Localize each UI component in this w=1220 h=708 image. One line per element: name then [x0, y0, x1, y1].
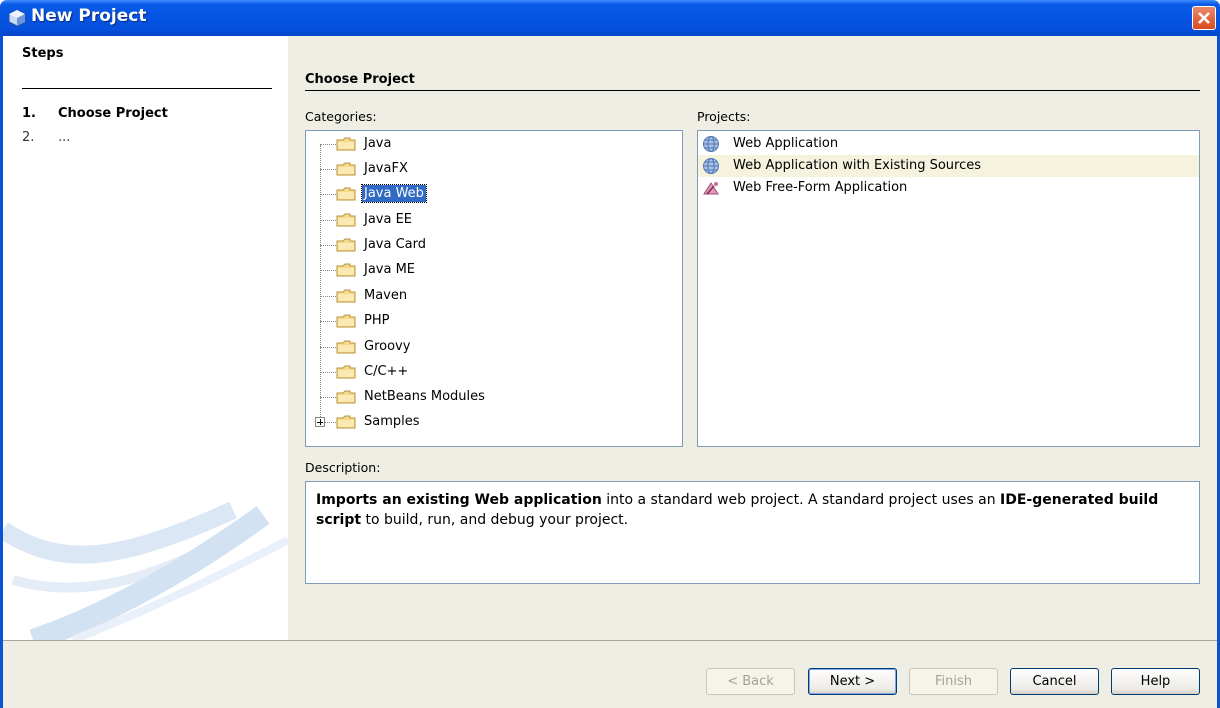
folder-icon — [336, 340, 356, 354]
projects-label: Projects: — [697, 109, 751, 124]
globe-icon — [703, 158, 719, 174]
folder-icon — [336, 187, 356, 201]
project-item-web-application[interactable]: Web Application — [698, 133, 1199, 155]
tree-connector — [320, 194, 336, 195]
project-label: Web Application with Existing Sources — [733, 158, 982, 173]
tree-connector — [320, 144, 336, 145]
tree-connector — [320, 397, 336, 398]
description-text: Imports an existing Web application into… — [316, 492, 1159, 528]
category-java-ee[interactable]: Java EE — [362, 211, 414, 228]
project-item-web-free-form-application[interactable]: Web Free-Form Application — [698, 177, 1199, 199]
tree-connector — [320, 372, 336, 373]
description-box: Imports an existing Web application into… — [305, 481, 1200, 584]
step-item-next: 2.... — [22, 130, 71, 145]
tree-connector — [320, 245, 336, 246]
cancel-button[interactable]: Cancel — [1010, 668, 1099, 695]
project-label: Web Free-Form Application — [733, 180, 908, 195]
category-javafx[interactable]: JavaFX — [362, 160, 410, 177]
category-netbeans-modules[interactable]: NetBeans Modules — [362, 388, 487, 405]
back-button[interactable]: < Back — [706, 668, 795, 695]
close-button[interactable] — [1192, 6, 1216, 30]
tree-connector — [320, 220, 336, 221]
category-php[interactable]: PHP — [362, 312, 391, 329]
netbeans-cube-icon — [8, 9, 26, 27]
folder-icon — [336, 162, 356, 176]
freeform-icon — [703, 182, 719, 195]
tree-guide-line — [320, 145, 321, 421]
folder-icon — [336, 365, 356, 379]
category-maven[interactable]: Maven — [362, 287, 409, 304]
folder-icon — [336, 390, 356, 404]
folder-icon — [336, 213, 356, 227]
help-button[interactable]: Help — [1111, 668, 1200, 695]
category-java-me[interactable]: Java ME — [362, 261, 417, 278]
decorative-swoosh-graphic — [3, 501, 288, 640]
folder-icon — [336, 238, 356, 252]
projects-list[interactable]: Web Application Web Application with Exi… — [697, 130, 1200, 447]
tree-connector — [325, 422, 336, 423]
category-samples[interactable]: Samples — [362, 413, 422, 430]
tree-connector — [320, 270, 336, 271]
description-label: Description: — [305, 460, 381, 475]
project-label: Web Application — [733, 136, 839, 151]
project-item-web-application-existing-sources[interactable]: Web Application with Existing Sources — [698, 155, 1199, 177]
folder-icon — [336, 289, 356, 303]
window-title: New Project — [31, 6, 147, 26]
folder-icon — [336, 314, 356, 328]
finish-button[interactable]: Finish — [909, 668, 998, 695]
folder-icon — [336, 263, 356, 277]
expand-toggle[interactable] — [315, 417, 325, 427]
next-button[interactable]: Next > — [808, 668, 897, 695]
steps-divider — [22, 88, 272, 89]
category-java[interactable]: Java — [362, 135, 393, 152]
tree-connector — [320, 296, 336, 297]
categories-tree[interactable]: Java JavaFX Java Web Java EE Java Card J… — [305, 130, 683, 447]
step-item-choose-project: 1. Choose Project — [22, 106, 168, 121]
steps-heading: Steps — [22, 46, 64, 61]
category-c-cpp[interactable]: C/C++ — [362, 363, 410, 380]
folder-icon — [336, 137, 356, 151]
close-icon — [1198, 12, 1210, 24]
category-java-web[interactable]: Java Web — [361, 184, 427, 203]
category-java-card[interactable]: Java Card — [362, 236, 428, 253]
title-bar[interactable]: New Project — [0, 0, 1220, 36]
categories-label: Categories: — [305, 109, 377, 124]
content-divider — [305, 90, 1200, 91]
folder-icon — [336, 415, 356, 429]
category-groovy[interactable]: Groovy — [362, 338, 412, 355]
tree-connector — [320, 347, 336, 348]
globe-icon — [703, 136, 719, 152]
page-title: Choose Project — [305, 72, 415, 87]
tree-connector — [320, 321, 336, 322]
tree-connector — [320, 169, 336, 170]
